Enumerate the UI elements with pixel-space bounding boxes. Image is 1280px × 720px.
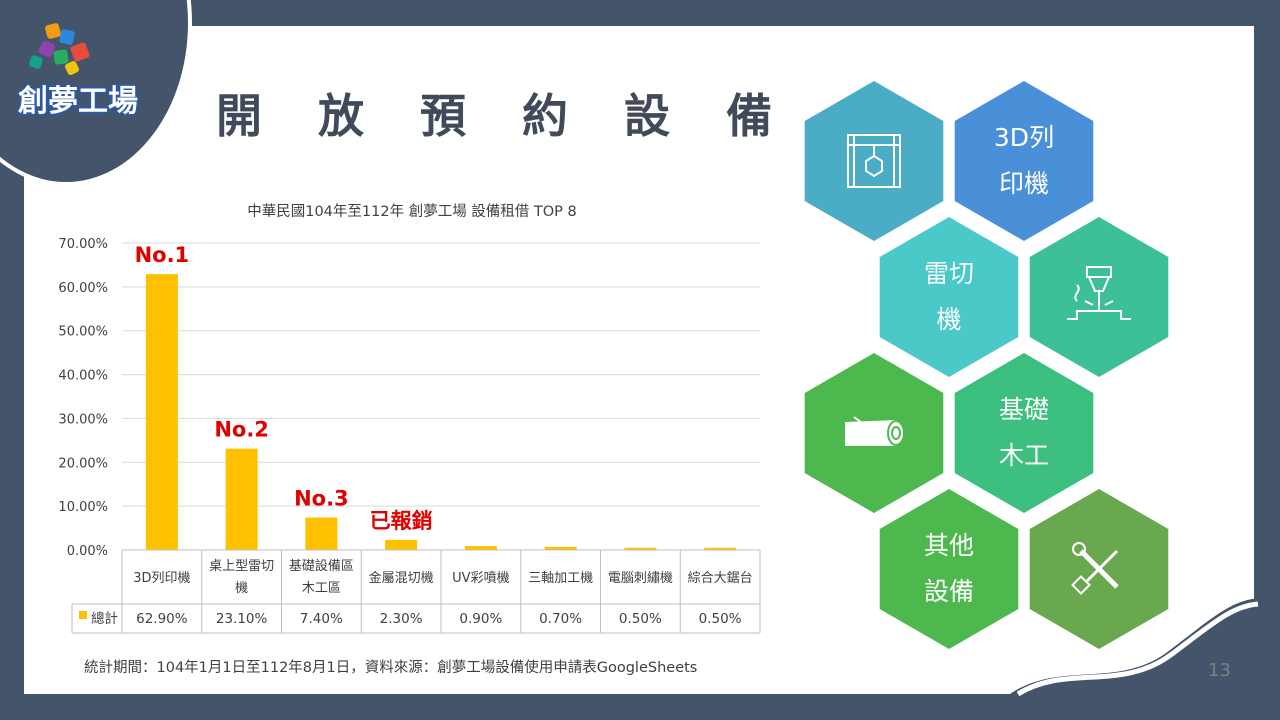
hexagon [804, 81, 944, 241]
hexagon-label-line: 雷切 [923, 259, 974, 288]
hexagon-label-line: 設備 [923, 577, 974, 606]
hexagon-label-line: 3D列 [993, 123, 1055, 152]
hexagon-label: 雷切機 [879, 251, 1019, 343]
hexagon-label-line: 木工 [998, 441, 1049, 470]
hexagon-label: 3D列印機 [954, 115, 1094, 207]
page-number: 13 [1208, 660, 1231, 681]
hexagon-label: 基礎 木工 [954, 387, 1094, 479]
hexagon-label: 其他 設備 [879, 523, 1019, 615]
hexagon-label-line: 印機 [998, 169, 1049, 198]
hexagon-label-line: 基礎 [998, 395, 1049, 424]
footnote: 統計期間：104年1月1日至112年8月1日，資料來源：創夢工場設備使用申請表G… [84, 660, 698, 676]
hexagon-grid [804, 81, 1169, 649]
hexagon-label-line: 機 [936, 305, 962, 334]
hexagon-label-line: 其他 [923, 531, 974, 560]
